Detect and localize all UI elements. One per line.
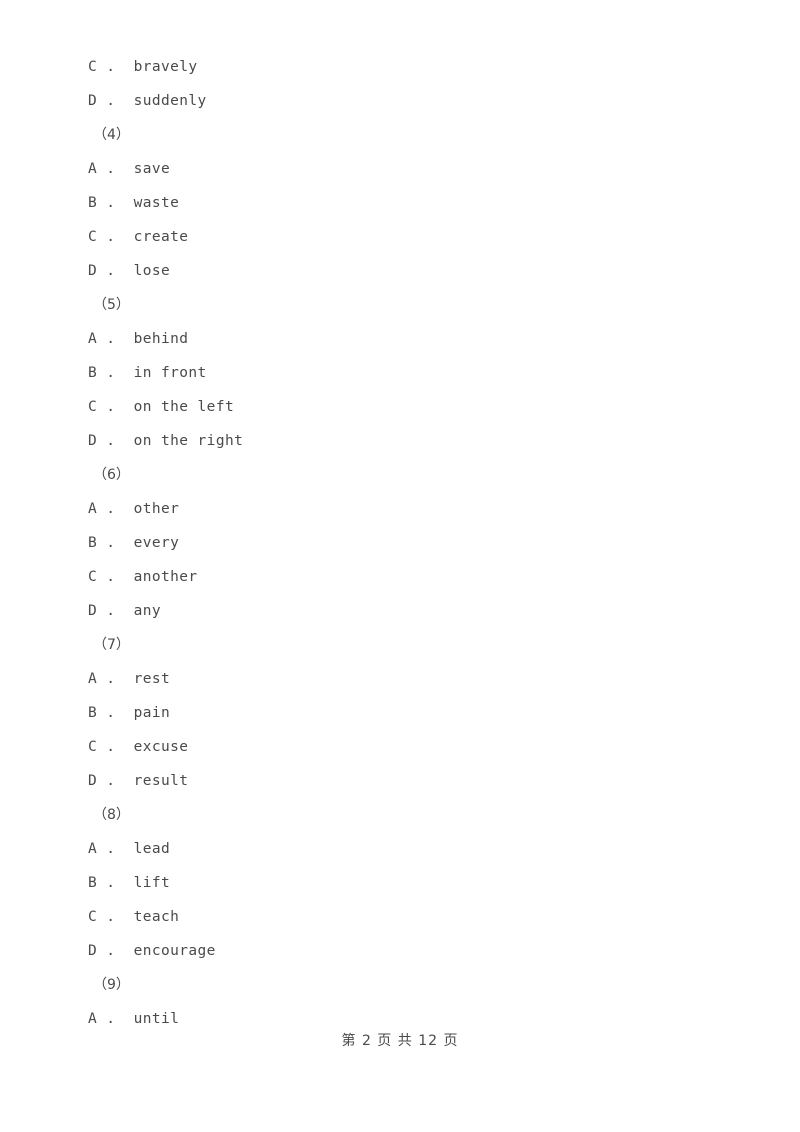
answer-option[interactable]: C . teach [88, 900, 748, 934]
answer-option[interactable]: C . excuse [88, 730, 748, 764]
answer-option[interactable]: D . result [88, 764, 748, 798]
answer-option[interactable]: A . rest [88, 662, 748, 696]
answer-option[interactable]: D . lose [88, 254, 748, 288]
answer-option[interactable]: B . in front [88, 356, 748, 390]
answer-option[interactable]: A . save [88, 152, 748, 186]
answer-option[interactable]: D . encourage [88, 934, 748, 968]
answer-option[interactable]: C . bravely [88, 50, 748, 84]
answer-option[interactable]: B . waste [88, 186, 748, 220]
answer-option[interactable]: A . lead [88, 832, 748, 866]
answer-option[interactable]: D . suddenly [88, 84, 748, 118]
answer-option[interactable]: B . pain [88, 696, 748, 730]
question-number: （9） [93, 977, 130, 993]
question-number: （8） [93, 807, 130, 823]
answer-option[interactable]: D . any [88, 594, 748, 628]
answer-option[interactable]: C . on the left [88, 390, 748, 424]
answer-option[interactable]: B . every [88, 526, 748, 560]
question-number: （7） [93, 637, 130, 653]
question-number: （6） [93, 467, 130, 483]
answer-option[interactable]: D . on the right [88, 424, 748, 458]
answer-option[interactable]: A . other [88, 492, 748, 526]
question-number: （4） [93, 127, 130, 143]
page-footer: 第 2 页 共 12 页 [341, 1033, 459, 1049]
question-options-list: C . bravely D . suddenly （4） A . save B . wa… [88, 50, 748, 1036]
answer-option[interactable]: A . behind [88, 322, 748, 356]
answer-option[interactable]: B . lift [88, 866, 748, 900]
answer-option[interactable]: C . another [88, 560, 748, 594]
question-number: （5） [93, 297, 130, 313]
document-page: C . bravely D . suddenly （4） A . save B . wa… [0, 0, 800, 1132]
answer-option[interactable]: C . create [88, 220, 748, 254]
